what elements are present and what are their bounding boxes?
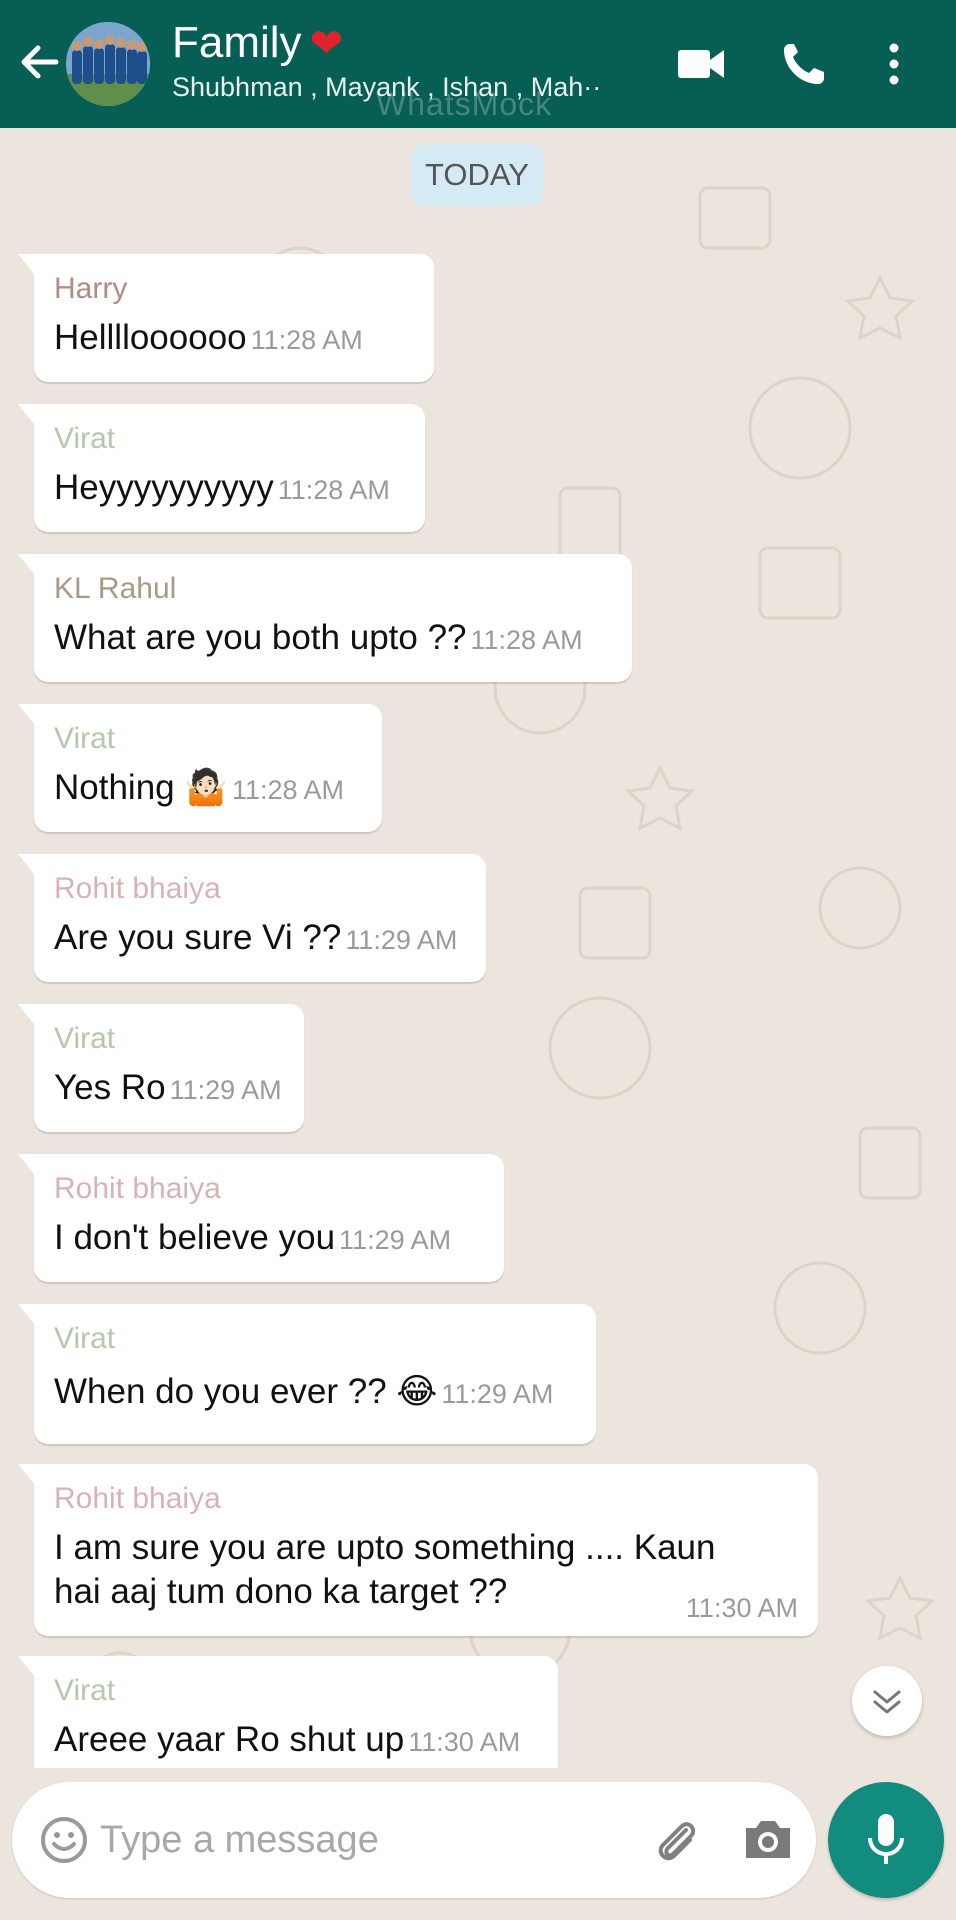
message-sender: Virat	[54, 1022, 116, 1055]
message-text-row: What are you both upto ?? 11:28 AM	[54, 616, 612, 662]
message-time: 11:28 AM	[277, 475, 390, 505]
message-sender: KL Rahul	[54, 572, 177, 605]
message-time: 11:29 AM	[441, 1379, 554, 1409]
message-bubble[interactable]: Rohit bhaiya I am sure you are upto some…	[18, 1464, 818, 1636]
message-text-row: Areee yaar Ro shut up 11:30 AM	[54, 1718, 538, 1764]
message-sender: Rohit bhaiya	[54, 1482, 221, 1515]
chevron-double-down-icon	[873, 1690, 901, 1714]
heart-emoji: ❤	[309, 22, 344, 66]
message-sender: Rohit bhaiya	[54, 1172, 221, 1205]
message-sender: Rohit bhaiya	[54, 872, 221, 905]
message-bubble[interactable]: Rohit bhaiya I don't believe you 11:29 AM	[18, 1154, 504, 1282]
message-time: 11:29 AM	[339, 1225, 452, 1255]
message-sender: Virat	[54, 422, 116, 455]
chat-header: Family ❤ Shubhman , Mayank , Ishan , Mah·…	[0, 0, 956, 128]
video-call-icon[interactable]	[674, 38, 730, 90]
back-arrow-icon[interactable]	[14, 36, 66, 88]
message-text-row: Are you sure Vi ?? 11:29 AM	[54, 916, 466, 962]
message-time: 11:29 AM	[169, 1075, 282, 1105]
message-text-row: Heyyyyyyyyyy 11:28 AM	[54, 466, 405, 512]
message-text: Are you sure Vi ??	[54, 918, 342, 957]
message-sender: Harry	[54, 272, 128, 305]
message-bubble[interactable]: KL Rahul What are you both upto ?? 11:28 …	[18, 554, 632, 682]
date-chip: TODAY	[411, 144, 543, 206]
message-time: 11:28 AM	[470, 625, 583, 655]
chat-area[interactable]: TODAY Harry Helllloooooo 11:28 AM Virat H…	[0, 128, 956, 1768]
message-text: When do you ever ?? 😂	[54, 1372, 438, 1411]
message-text-row: Yes Ro 11:29 AM	[54, 1066, 284, 1112]
message-text: Helllloooooo	[54, 318, 247, 357]
message-input[interactable]	[100, 1812, 620, 1868]
message-time: 11:30 AM	[408, 1727, 521, 1757]
attach-icon[interactable]	[648, 1812, 704, 1868]
message-text: Heyyyyyyyyyy	[54, 468, 274, 507]
message-bubble[interactable]: Virat Yes Ro 11:29 AM	[18, 1004, 304, 1132]
emoji-icon[interactable]	[38, 1814, 90, 1866]
message-time: 11:28 AM	[250, 325, 363, 355]
message-text: Areee yaar Ro shut up	[54, 1720, 405, 1759]
message-sender: Virat	[54, 1322, 116, 1355]
message-bubble[interactable]: Rohit bhaiya Are you sure Vi ?? 11:29 AM	[18, 854, 486, 982]
message-bubble[interactable]: Virat Heyyyyyyyyyy 11:28 AM	[18, 404, 425, 532]
mic-icon	[868, 1814, 904, 1864]
message-bubble[interactable]: Virat Nothing 🤷🏻 11:28 AM	[18, 704, 382, 832]
group-avatar[interactable]	[66, 22, 150, 106]
message-bubble[interactable]: Virat Areee yaar Ro shut up 11:30 AM	[18, 1656, 558, 1768]
message-text-row: Helllloooooo 11:28 AM	[54, 316, 414, 362]
message-time: 11:28 AM	[231, 775, 345, 805]
scroll-to-bottom-button[interactable]	[852, 1666, 922, 1736]
message-sender: Virat	[54, 722, 116, 755]
message-time: 11:29 AM	[345, 925, 458, 955]
message-text-row: I don't believe you 11:29 AM	[54, 1216, 484, 1262]
message-text: What are you both upto ??	[54, 618, 467, 657]
message-time: 11:30 AM	[685, 1593, 798, 1623]
group-name: Family	[172, 18, 302, 67]
message-sender: Virat	[54, 1674, 116, 1707]
group-title[interactable]: Family ❤	[172, 18, 343, 69]
watermark: WhatsMock	[376, 86, 553, 122]
message-text-row: When do you ever ?? 😂 11:29 AM	[54, 1370, 576, 1416]
message-bubble[interactable]: Harry Helllloooooo 11:28 AM	[18, 254, 434, 382]
message-text: Nothing 🤷🏻	[54, 768, 228, 807]
message-text: Yes Ro	[54, 1068, 166, 1107]
more-vert-icon[interactable]	[878, 38, 910, 90]
message-input-bar	[12, 1782, 816, 1898]
phone-call-icon[interactable]	[776, 38, 832, 90]
voice-record-button[interactable]	[828, 1782, 944, 1898]
camera-icon[interactable]	[740, 1812, 796, 1868]
message-text-row: Nothing 🤷🏻 11:28 AM	[54, 766, 362, 812]
message-text: I don't believe you	[54, 1218, 336, 1257]
message-bubble[interactable]: Virat When do you ever ?? 😂 11:29 AM	[18, 1304, 596, 1444]
message-text: I am sure you are upto something .... Ka…	[54, 1528, 716, 1611]
